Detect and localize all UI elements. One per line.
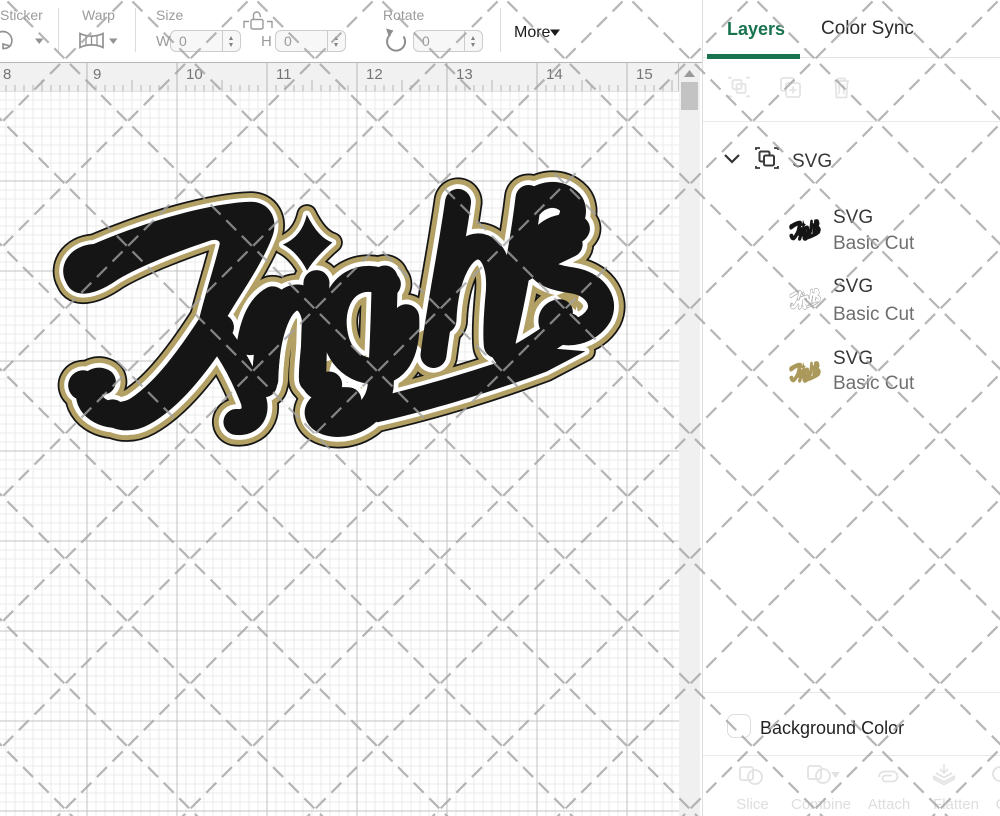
svg-text:W: W — [156, 33, 171, 50]
svg-text:More: More — [514, 24, 551, 41]
svg-text:H: H — [261, 33, 272, 50]
